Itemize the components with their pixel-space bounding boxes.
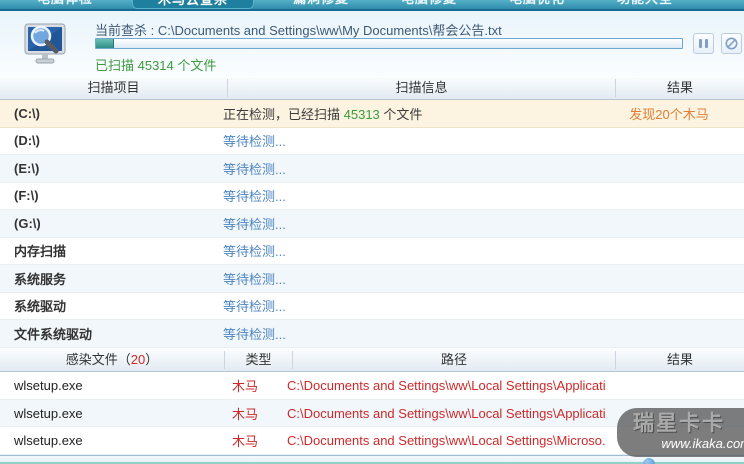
scan-info-text: 等待检测... bbox=[214, 296, 594, 315]
scanned-count-text: 已扫描 45314 个文件 bbox=[95, 55, 216, 74]
scan-info-text: 等待检测... bbox=[214, 186, 594, 205]
scan-row-filesystem-drivers[interactable]: 文件系统驱动 等待检测... bbox=[0, 320, 744, 348]
scan-item-label: (D:\) bbox=[0, 133, 214, 148]
watermark-title: 瑞星卡卡 bbox=[633, 412, 744, 436]
column-header-infected-files: 感染文件（20） bbox=[0, 351, 225, 369]
scan-item-label: (G:\) bbox=[0, 216, 214, 231]
scan-info-text: 等待检测... bbox=[214, 241, 594, 260]
scan-table-header: 扫描项目 扫描信息 结果 bbox=[0, 76, 744, 100]
scan-item-label: 内存扫描 bbox=[0, 241, 214, 260]
ikaka-watermark: 瑞星卡卡 www.ikaka.com bbox=[617, 408, 744, 457]
infected-table-header: 感染文件（20） 类型 路径 结果 bbox=[0, 348, 744, 372]
tab-computer-optimize[interactable]: 电脑优化 bbox=[496, 0, 578, 9]
tab-trojan-cloud-scan[interactable]: 木马云查杀 bbox=[132, 0, 254, 9]
infected-file-path: C:\Documents and Settings\ww\Local Setti… bbox=[279, 433, 606, 448]
scan-row-drive-e[interactable]: (E:\) 等待检测... bbox=[0, 155, 744, 183]
scan-table-body: (C:\) 正在检测，已经扫描 45313 个文件 发现20个木马 (D:\) … bbox=[0, 100, 744, 348]
stop-button[interactable] bbox=[721, 33, 742, 54]
threat-type: 木马 bbox=[211, 376, 279, 395]
scan-row-drive-d[interactable]: (D:\) 等待检测... bbox=[0, 128, 744, 156]
scan-row-system-drivers[interactable]: 系统驱动 等待检测... bbox=[0, 293, 744, 321]
scan-info-text: 正在检测，已经扫描 45313 个文件 bbox=[214, 104, 594, 123]
column-header-path: 路径 bbox=[293, 351, 616, 369]
column-header-scan-item: 扫描项目 bbox=[0, 79, 228, 97]
column-header-result: 结果 bbox=[616, 351, 744, 369]
pause-button[interactable] bbox=[693, 33, 714, 54]
scan-result-text: 发现20个木马 bbox=[594, 104, 744, 123]
scan-info-text: 等待检测... bbox=[214, 131, 594, 150]
tab-all-functions[interactable]: 功能大全 bbox=[604, 0, 686, 9]
watermark-url: www.ikaka.com bbox=[633, 436, 744, 452]
scan-status-panel: 当前查杀 : C:\Documents and Settings\ww\My D… bbox=[0, 11, 744, 76]
scan-info-text: 等待检测... bbox=[214, 214, 594, 233]
scan-progress-fill bbox=[96, 39, 114, 48]
stop-icon bbox=[725, 37, 738, 50]
scan-row-memory[interactable]: 内存扫描 等待检测... bbox=[0, 238, 744, 266]
tab-computer-repair[interactable]: 电脑修复 bbox=[388, 0, 470, 9]
monitor-magnifier-icon bbox=[20, 22, 70, 75]
scan-item-label: (C:\) bbox=[0, 106, 214, 121]
top-tab-bar: 电脑体检 木马云查杀 漏洞修复 电脑修复 电脑优化 功能大全 bbox=[0, 0, 744, 9]
column-header-type: 类型 bbox=[225, 351, 293, 369]
threat-type: 木马 bbox=[211, 404, 279, 423]
scan-row-drive-g[interactable]: (G:\) 等待检测... bbox=[0, 210, 744, 238]
scan-item-label: (F:\) bbox=[0, 188, 214, 203]
infected-file-name: wlsetup.exe bbox=[0, 378, 211, 393]
scan-info-text: 等待检测... bbox=[214, 159, 594, 178]
antivirus-scan-window: 电脑体检 木马云查杀 漏洞修复 电脑修复 电脑优化 功能大全 当前查杀 : C:… bbox=[0, 0, 744, 464]
scan-item-label: 文件系统驱动 bbox=[0, 324, 214, 343]
scan-item-label: 系统服务 bbox=[0, 269, 214, 288]
scan-info-text: 等待检测... bbox=[214, 324, 594, 343]
pause-icon bbox=[699, 39, 708, 48]
scan-item-label: (E:\) bbox=[0, 161, 214, 176]
infected-file-path: C:\Documents and Settings\ww\Local Setti… bbox=[279, 406, 606, 421]
scan-row-drive-c[interactable]: (C:\) 正在检测，已经扫描 45313 个文件 发现20个木马 bbox=[0, 100, 744, 128]
infected-file-path: C:\Documents and Settings\ww\Local Setti… bbox=[279, 378, 606, 393]
scan-progress-bar bbox=[95, 38, 683, 49]
threat-type: 木马 bbox=[211, 431, 279, 450]
tab-computer-checkup[interactable]: 电脑体检 bbox=[24, 0, 106, 9]
infected-file-name: wlsetup.exe bbox=[0, 406, 211, 421]
tab-vulnerability-fix[interactable]: 漏洞修复 bbox=[280, 0, 362, 9]
current-scan-file-label: 当前查杀 : C:\Documents and Settings\ww\My D… bbox=[95, 20, 502, 39]
scan-row-system-services[interactable]: 系统服务 等待检测... bbox=[0, 265, 744, 293]
clipped-circle-icon bbox=[643, 458, 655, 464]
scan-item-label: 系统驱动 bbox=[0, 296, 214, 315]
column-header-scan-info: 扫描信息 bbox=[228, 79, 616, 97]
infected-file-name: wlsetup.exe bbox=[0, 433, 211, 448]
column-header-result: 结果 bbox=[616, 79, 744, 97]
infected-file-row[interactable]: wlsetup.exe 木马 C:\Documents and Settings… bbox=[0, 372, 744, 400]
scan-row-drive-f[interactable]: (F:\) 等待检测... bbox=[0, 183, 744, 211]
scan-info-text: 等待检测... bbox=[214, 269, 594, 288]
